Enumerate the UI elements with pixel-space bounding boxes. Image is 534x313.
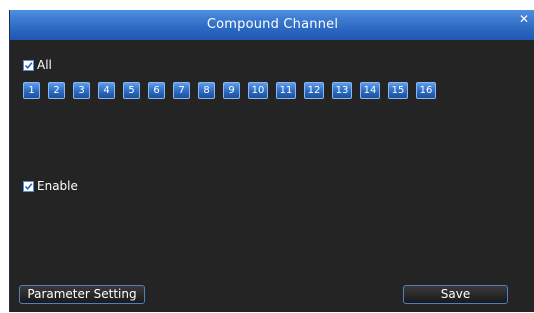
channel-button-3[interactable]: 3 — [73, 82, 90, 99]
channel-button-14[interactable]: 14 — [360, 82, 380, 99]
enable-checkbox-label: Enable — [37, 179, 78, 193]
all-checkbox-label: All — [37, 58, 52, 72]
channel-button-12[interactable]: 12 — [304, 82, 324, 99]
channel-button-9[interactable]: 9 — [223, 82, 240, 99]
compound-channel-dialog: Compound Channel ✕ All 1 2 3 4 5 6 7 8 9 10 11 12 13… — [9, 10, 534, 312]
all-checkbox-row[interactable]: All — [23, 57, 52, 73]
channel-button-11[interactable]: 11 — [276, 82, 296, 99]
enable-checkbox[interactable] — [23, 180, 34, 192]
channel-button-1[interactable]: 1 — [23, 82, 40, 99]
close-icon[interactable]: ✕ — [517, 12, 531, 26]
save-button[interactable]: Save — [403, 285, 508, 304]
checkmark-icon — [24, 182, 33, 190]
channel-button-16[interactable]: 16 — [416, 82, 436, 99]
enable-checkbox-row[interactable]: Enable — [23, 178, 78, 194]
channel-button-5[interactable]: 5 — [123, 82, 140, 99]
channel-button-13[interactable]: 13 — [332, 82, 352, 99]
channel-button-2[interactable]: 2 — [48, 82, 65, 99]
channel-button-7[interactable]: 7 — [173, 82, 190, 99]
all-checkbox[interactable] — [23, 59, 34, 71]
channel-button-4[interactable]: 4 — [98, 82, 115, 99]
dialog-title: Compound Channel — [206, 17, 339, 32]
title-bar: Compound Channel ✕ — [10, 10, 534, 40]
channel-button-8[interactable]: 8 — [198, 82, 215, 99]
channel-button-10[interactable]: 10 — [248, 82, 268, 99]
checkmark-icon — [24, 61, 33, 69]
channel-button-6[interactable]: 6 — [148, 82, 165, 99]
parameter-setting-button[interactable]: Parameter Setting — [19, 285, 145, 304]
channel-button-15[interactable]: 15 — [388, 82, 408, 99]
